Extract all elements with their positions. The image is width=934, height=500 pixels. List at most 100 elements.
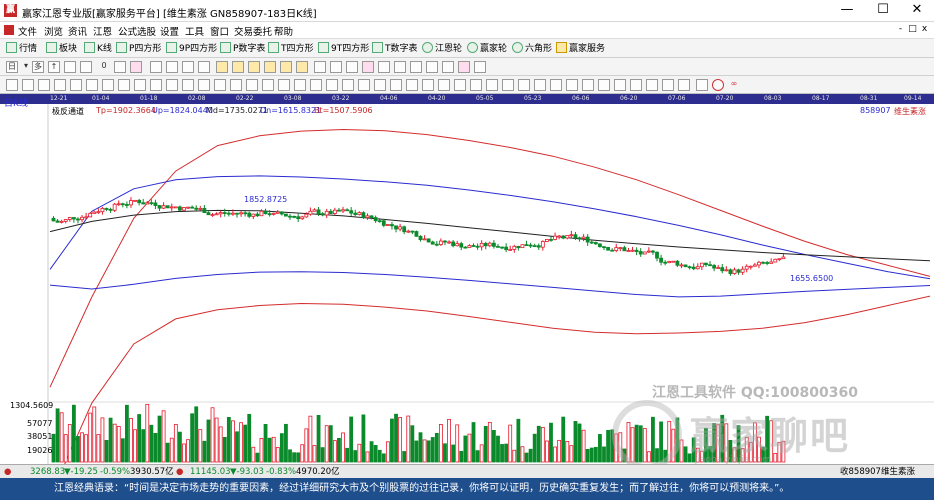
erase-tool-icon[interactable] <box>458 61 470 73</box>
toolbar-t-table[interactable]: T数字表 <box>372 42 418 55</box>
settings-tool-icon[interactable] <box>474 61 486 73</box>
arc-icon[interactable] <box>294 79 306 91</box>
menu-info[interactable]: 资讯 <box>68 24 87 38</box>
cycle-icon[interactable] <box>182 79 194 91</box>
maximize-button[interactable]: ☐ <box>866 0 900 22</box>
polyline-icon[interactable] <box>566 79 578 91</box>
toolbar-p-table[interactable]: P数字表 <box>220 42 265 55</box>
menu-file[interactable]: 文件 <box>18 24 37 38</box>
diamond5-icon[interactable] <box>280 61 292 73</box>
fan-tool-icon[interactable] <box>410 61 422 73</box>
menu-browse[interactable]: 浏览 <box>44 24 63 38</box>
period-day-button[interactable]: 日 <box>6 61 18 73</box>
toolbar-9t-square[interactable]: 9T四方形 <box>318 42 369 55</box>
up-arrow-icon[interactable] <box>422 79 434 91</box>
magnet-icon[interactable] <box>598 79 610 91</box>
ray-icon[interactable] <box>70 79 82 91</box>
box-tool-icon[interactable] <box>442 61 454 73</box>
infinity-icon[interactable]: ∞ <box>728 79 740 91</box>
regression-icon[interactable] <box>390 79 402 91</box>
period-dropdown-icon[interactable]: ▾ <box>20 61 32 73</box>
mark-icon[interactable] <box>486 79 498 91</box>
toolbar-9p-square[interactable]: 9P四方形 <box>166 42 217 55</box>
golden-ratio-icon[interactable] <box>230 79 242 91</box>
diamond2-icon[interactable] <box>232 61 244 73</box>
fib-tool-icon[interactable] <box>362 61 374 73</box>
star-icon[interactable] <box>518 79 530 91</box>
brush-icon[interactable] <box>582 79 594 91</box>
time-zone-icon[interactable] <box>198 79 210 91</box>
gann-grid-icon[interactable] <box>166 79 178 91</box>
zero-button[interactable]: 0 <box>98 61 110 73</box>
toolbar-p-square[interactable]: P四方形 <box>116 42 161 55</box>
gann-fan-icon[interactable] <box>134 79 146 91</box>
arrow-tool-icon[interactable] <box>394 61 406 73</box>
diamond4-icon[interactable] <box>264 61 276 73</box>
menu-tools[interactable]: 工具 <box>185 24 204 38</box>
lock-icon[interactable] <box>614 79 626 91</box>
undo-icon[interactable] <box>662 79 674 91</box>
wave-icon[interactable] <box>358 79 370 91</box>
linreg-icon[interactable] <box>406 79 418 91</box>
toolbar-gann-wheel[interactable]: 江恩轮 <box>422 42 462 55</box>
trend-icon[interactable] <box>374 79 386 91</box>
pitchfork-icon[interactable] <box>278 79 290 91</box>
hand-icon[interactable] <box>314 61 326 73</box>
channel-tool-icon[interactable] <box>346 61 358 73</box>
tline-icon[interactable] <box>54 79 66 91</box>
palette-icon[interactable] <box>712 79 724 91</box>
spiral-icon[interactable] <box>310 79 322 91</box>
mdi-close-button[interactable]: x <box>920 24 929 34</box>
cursor-icon[interactable] <box>80 61 92 73</box>
menu-help[interactable]: 帮助 <box>274 24 293 38</box>
percent-line-icon[interactable] <box>246 79 258 91</box>
hline-icon[interactable] <box>38 79 50 91</box>
toolbar-kline[interactable]: K线 <box>84 42 112 55</box>
toolbar-hexagon[interactable]: 六角形 <box>512 42 552 55</box>
first-bar-icon[interactable] <box>150 61 162 73</box>
crosshair-icon[interactable] <box>6 79 18 91</box>
triangle-icon[interactable] <box>550 79 562 91</box>
vline-icon[interactable] <box>22 79 34 91</box>
close-button[interactable]: ✕ <box>900 0 934 22</box>
square-icon[interactable] <box>326 79 338 91</box>
toolbar-quotes[interactable]: 行情 <box>6 42 37 55</box>
diamond3-icon[interactable] <box>248 61 260 73</box>
bar-chart-icon[interactable] <box>64 61 76 73</box>
diamond-icon[interactable] <box>216 61 228 73</box>
label-icon[interactable] <box>454 79 466 91</box>
move-icon[interactable] <box>130 61 142 73</box>
text-tool-icon[interactable] <box>378 61 390 73</box>
toolbar-sector[interactable]: 板块 <box>46 42 77 55</box>
zoom-icon[interactable] <box>114 61 126 73</box>
menu-gann[interactable]: 江恩 <box>93 24 112 38</box>
circle-icon[interactable] <box>534 79 546 91</box>
line-tool-icon[interactable] <box>330 61 342 73</box>
menu-window[interactable]: 窗口 <box>210 24 229 38</box>
angle-icon[interactable] <box>342 79 354 91</box>
rect-icon[interactable] <box>102 79 114 91</box>
gann-box-icon[interactable] <box>150 79 162 91</box>
bisect-icon[interactable] <box>262 79 274 91</box>
toolbar-service[interactable]: 赢家服务 <box>556 42 605 55</box>
hide-icon[interactable] <box>630 79 642 91</box>
speed-line-icon[interactable] <box>214 79 226 91</box>
redo-icon[interactable] <box>678 79 690 91</box>
down-arrow-icon[interactable] <box>438 79 450 91</box>
parallel-icon[interactable] <box>86 79 98 91</box>
note-icon[interactable] <box>470 79 482 91</box>
ellipse-icon[interactable] <box>118 79 130 91</box>
mdi-restore-button[interactable]: □ <box>908 24 917 34</box>
toolbar-t-square[interactable]: T四方形 <box>268 42 314 55</box>
menu-formula[interactable]: 公式选股 <box>118 24 156 38</box>
menu-trade[interactable]: 交易委托 <box>234 24 272 38</box>
toolbar-winner-wheel[interactable]: 赢家轮 <box>467 42 507 55</box>
minimize-button[interactable]: — <box>830 0 864 22</box>
trend-up-button[interactable]: ↑ <box>48 61 60 73</box>
multi-period-button[interactable]: 多 <box>32 61 44 73</box>
flag-icon[interactable] <box>502 79 514 91</box>
delete-icon[interactable] <box>646 79 658 91</box>
prev-bar-icon[interactable] <box>166 61 178 73</box>
diamond6-icon[interactable] <box>296 61 308 73</box>
next-bar-icon[interactable] <box>182 61 194 73</box>
